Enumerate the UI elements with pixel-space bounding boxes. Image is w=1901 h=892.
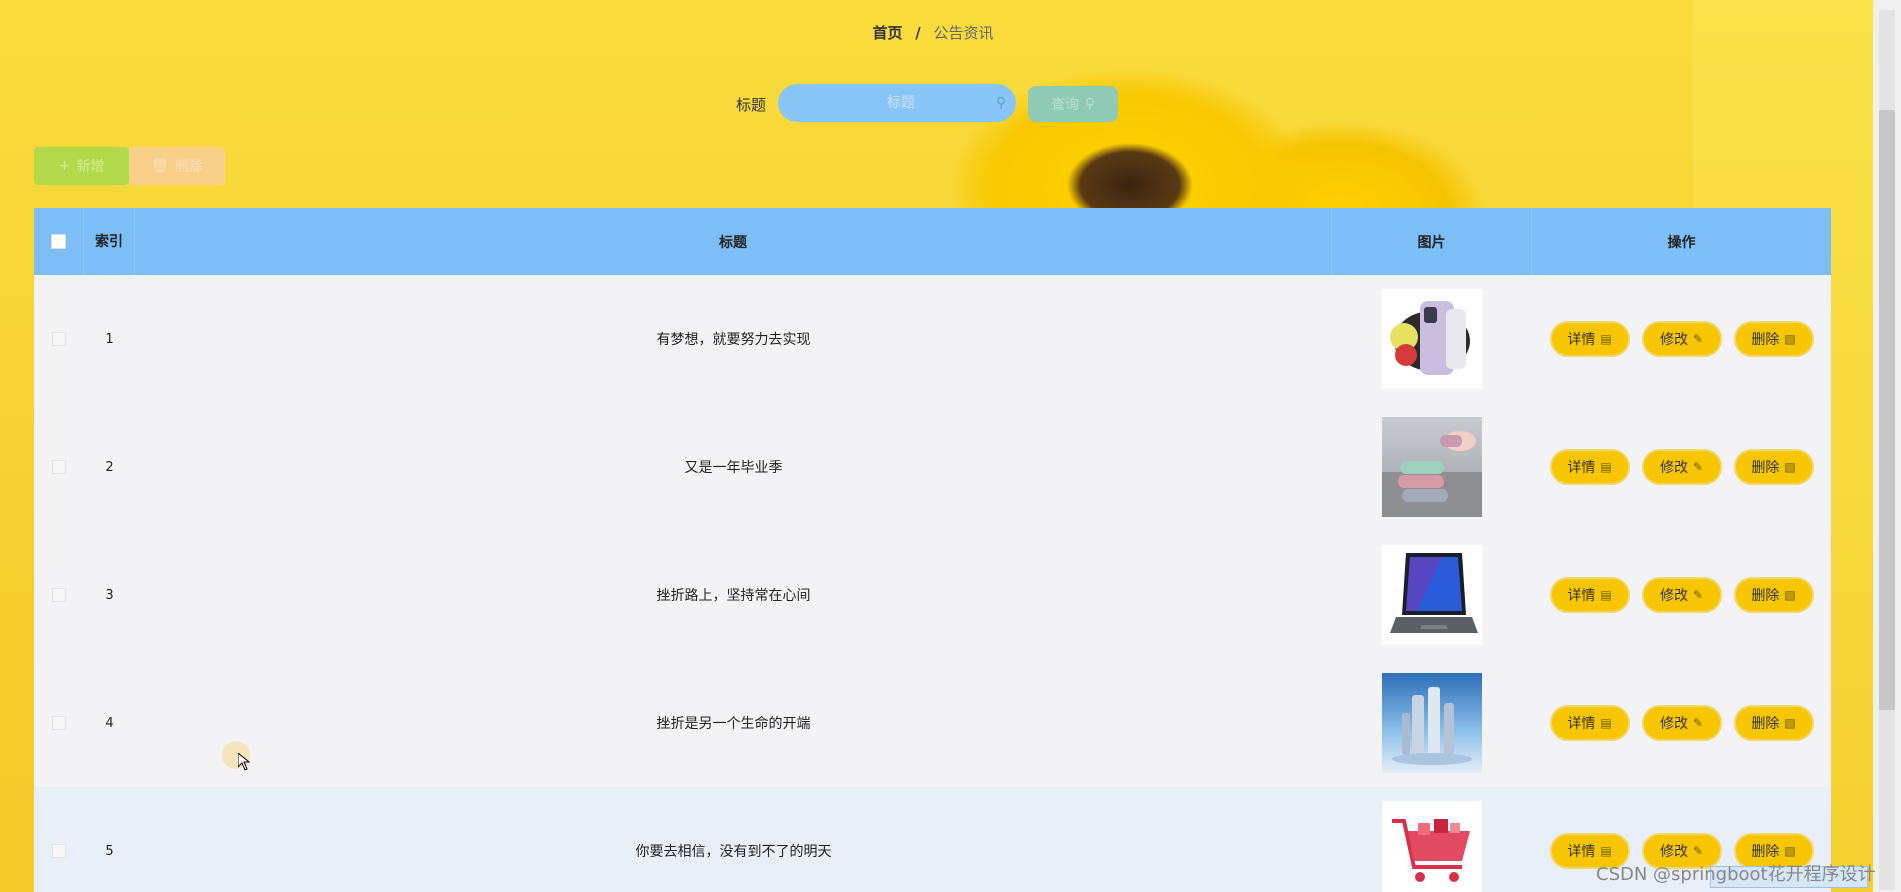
detail-button[interactable]: 详情 ▤ [1549, 577, 1630, 613]
pencil-icon: ✎ [1692, 588, 1704, 602]
pencil-icon: ✎ [1692, 332, 1704, 346]
document-icon: ▤ [1600, 332, 1612, 346]
scrollbar-thumb[interactable] [1879, 110, 1895, 710]
header-index: 索引 [84, 208, 135, 275]
plus-icon: + [58, 158, 71, 174]
row-title: 有梦想，就要努力去实现 [656, 332, 811, 348]
breadcrumb-home[interactable]: 首页 [872, 24, 902, 42]
pencil-icon: ✎ [1692, 460, 1704, 474]
breadcrumb: 首页 / 公告资讯 [0, 22, 1866, 43]
query-label: 查询 [1050, 97, 1079, 113]
search-label: 标题 [736, 96, 767, 114]
table-header: 索引 标题 图片 操作 [34, 208, 1831, 276]
add-button[interactable]: + 新增 [34, 147, 129, 185]
search-icon: ⚲ [996, 95, 1007, 111]
select-all-checkbox[interactable] [51, 234, 66, 249]
row-checkbox[interactable] [52, 460, 66, 474]
header-actions: 操作 [1667, 234, 1696, 251]
row-title: 你要去相信，没有到不了的明天 [635, 844, 832, 860]
trash-icon: ▧ [1784, 716, 1796, 730]
detail-button[interactable]: 详情 ▤ [1549, 449, 1630, 485]
table-row: 4 挫折是另一个生命的开端 详情 ▤ 修改 ✎ 删除 ▧ [34, 659, 1831, 787]
cosmetics-image[interactable] [1382, 673, 1482, 773]
row-index: 2 [105, 459, 114, 475]
page-scrollbar[interactable] [1873, 0, 1901, 892]
row-title: 挫折路上，坚持常在心间 [656, 588, 811, 604]
row-index: 1 [105, 331, 114, 347]
document-icon: ▤ [1600, 844, 1612, 858]
laptop-image[interactable] [1382, 545, 1482, 645]
row-index: 4 [105, 715, 114, 731]
trash-icon: ▧ [1784, 588, 1796, 602]
pencil-icon: ✎ [1692, 844, 1704, 858]
header-image: 图片 [1332, 208, 1532, 275]
delete-label: 删除 [174, 159, 203, 175]
edit-button[interactable]: 修改 ✎ [1641, 705, 1722, 741]
table-row: 2 又是一年毕业季 详情 ▤ 修改 ✎ 删除 ▧ [34, 403, 1831, 531]
pencil-icon: ✎ [1692, 716, 1704, 730]
trash-icon: 🗑 [151, 158, 169, 174]
search-field[interactable]: ⚲ [778, 84, 1016, 122]
search-input[interactable] [814, 94, 988, 112]
notice-table: 索引 标题 图片 操作 1 有梦想，就要努力去实现 详情▤ 修改✎ 删除▧ [34, 208, 1831, 892]
search-icon: ⚲ [1084, 96, 1096, 112]
edit-button[interactable]: 修改 ✎ [1641, 449, 1722, 485]
breadcrumb-current: 公告资讯 [933, 24, 994, 42]
document-icon: ▤ [1600, 588, 1612, 602]
query-button[interactable]: 查询 ⚲ [1028, 86, 1118, 122]
detail-button[interactable]: 详情 ▤ [1549, 705, 1630, 741]
edit-button[interactable]: 修改 ✎ [1641, 321, 1722, 357]
row-index: 3 [105, 587, 114, 603]
row-checkbox[interactable] [52, 332, 66, 346]
row-checkbox[interactable] [52, 588, 66, 602]
header-checkbox-cell [34, 208, 84, 275]
delete-button[interactable]: 删除 ▧ [1733, 321, 1814, 357]
add-label: 新增 [76, 159, 105, 175]
delete-button[interactable]: 删除 ▧ [1733, 449, 1814, 485]
document-icon: ▤ [1600, 460, 1612, 474]
trash-icon: ▧ [1784, 844, 1796, 858]
edit-button[interactable]: 修改 ✎ [1641, 577, 1722, 613]
shopping-cart-image[interactable] [1382, 801, 1482, 892]
table-row: 3 挫折路上，坚持常在心间 详情 ▤ 修改 ✎ 删除 ▧ [34, 531, 1831, 659]
table-row: 5 你要去相信，没有到不了的明天 详情 ▤ 修改 ✎ 删除 ▧ [34, 787, 1831, 892]
watermark: CSDN @springboot花开程序设计 [1596, 864, 1876, 885]
trash-icon: ▧ [1784, 460, 1796, 474]
phone-image[interactable] [1382, 289, 1482, 389]
breadcrumb-separator: / [915, 24, 921, 42]
detail-button[interactable]: 详情 ▤ [1549, 321, 1630, 357]
batch-delete-button[interactable]: 🗑 删除 [129, 147, 225, 185]
mouse-cursor-icon [238, 753, 250, 771]
document-icon: ▤ [1600, 716, 1612, 730]
row-title: 又是一年毕业季 [684, 460, 783, 476]
header-title: 标题 [135, 208, 1332, 275]
trash-icon: ▧ [1784, 332, 1796, 346]
row-title: 挫折是另一个生命的开端 [656, 716, 811, 732]
towels-image[interactable] [1382, 417, 1482, 517]
row-checkbox[interactable] [52, 844, 66, 858]
row-index: 5 [105, 843, 114, 859]
delete-button[interactable]: 删除 ▧ [1733, 577, 1814, 613]
table-row: 1 有梦想，就要努力去实现 详情 ▤ 修改 ✎ 删除 ▧ [34, 275, 1831, 403]
row-checkbox[interactable] [52, 716, 66, 730]
delete-button[interactable]: 删除 ▧ [1733, 705, 1814, 741]
